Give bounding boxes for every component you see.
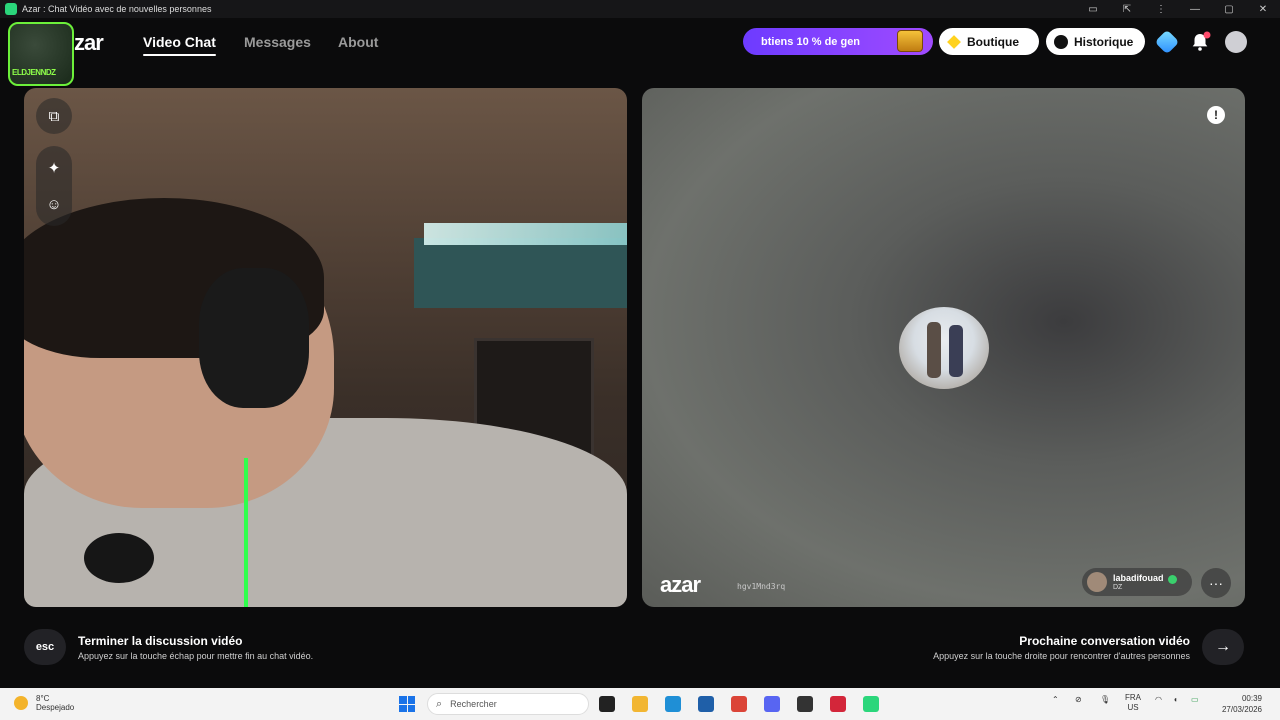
network-off-icon[interactable]: ⊘ xyxy=(1075,695,1082,704)
weather-desc: Despejado xyxy=(36,703,75,712)
azar-watermark: azar xyxy=(660,572,701,597)
badge-text: ELDJENNDZ xyxy=(12,68,56,77)
cast-icon[interactable]: ▭ xyxy=(1076,4,1110,15)
headset-cable xyxy=(244,458,248,607)
weather-text: 8°C Despejado xyxy=(36,694,74,712)
promo-text: btiens 10 % de gen xyxy=(761,35,861,48)
history-label: Historique xyxy=(1074,34,1134,49)
next-chat-sub: Appuyez sur la touche droite pour rencon… xyxy=(933,650,1190,661)
lang-top: FRA xyxy=(1125,693,1141,702)
chrome-icon[interactable] xyxy=(731,696,747,712)
video-tools: ⧉ ✦ ☺ xyxy=(36,98,72,226)
extensions-icon[interactable]: ⇱ xyxy=(1110,4,1144,15)
weather-temp: 8°C xyxy=(36,694,50,703)
treasure-chest-icon xyxy=(897,30,923,52)
partner-name: labadifouad xyxy=(1113,573,1164,584)
history-button[interactable]: Historique xyxy=(1046,28,1145,55)
effects-group: ✦ ☺ xyxy=(36,146,72,226)
clock-date: 27/03/2026 xyxy=(1221,705,1262,714)
maximize-button[interactable]: ▢ xyxy=(1212,4,1246,15)
background-wall xyxy=(414,238,627,308)
end-chat-text: Terminer la discussion vidéo Appuyez sur… xyxy=(78,634,313,661)
nav-video-chat[interactable]: Video Chat xyxy=(143,34,216,56)
lang-bottom: US xyxy=(1127,703,1139,712)
bell-icon[interactable] xyxy=(1189,31,1211,53)
window-titlebar: Azar : Chat Vidéo avec de nouvelles pers… xyxy=(0,0,1280,18)
logo-text: zar xyxy=(74,30,104,55)
volume-icon[interactable]: ◖ xyxy=(1173,695,1178,704)
partner-info: labadifouad DZ xyxy=(1113,573,1177,591)
moon-icon xyxy=(14,696,28,710)
avatar-person-2 xyxy=(949,325,963,377)
tray-chevron-icon[interactable]: ⌃ xyxy=(1052,695,1059,704)
wifi-icon[interactable]: ◠ xyxy=(1155,695,1162,704)
azar-icon[interactable] xyxy=(863,696,879,712)
esc-button[interactable]: esc xyxy=(24,629,66,665)
end-chat-sub: Appuyez sur la touche échap pour mettre … xyxy=(78,650,314,661)
search-icon: ⌕ xyxy=(436,697,443,710)
gem-icon[interactable] xyxy=(1154,29,1180,55)
next-chat-text: Prochaine conversation vidéo Appuyez sur… xyxy=(933,634,1190,661)
edge-icon[interactable] xyxy=(665,696,681,712)
local-video xyxy=(24,88,627,607)
end-chat-title: Terminer la discussion vidéo xyxy=(78,633,243,648)
obs-icon[interactable] xyxy=(797,696,813,712)
promo-banner[interactable]: btiens 10 % de gen xyxy=(743,28,933,55)
taskbar-search[interactable]: ⌕ Rechercher xyxy=(427,693,589,715)
diamond-icon xyxy=(947,34,961,49)
partner-small-avatar xyxy=(1087,572,1107,592)
menu-icon[interactable]: ⋮ xyxy=(1144,4,1178,15)
report-icon[interactable]: ! xyxy=(1207,106,1225,124)
nav-about[interactable]: About xyxy=(338,34,378,50)
partner-name-row: labadifouad xyxy=(1113,573,1177,584)
remote-video: ! azar hgv1Mnd3rq labadifouad DZ ··· xyxy=(642,88,1245,607)
shop-button[interactable]: Boutique xyxy=(939,28,1039,55)
language-indicator[interactable]: FRA US xyxy=(1125,693,1141,713)
azar-app-icon xyxy=(5,3,17,15)
verified-icon xyxy=(1167,574,1177,584)
clock-time: 00:39 xyxy=(1241,694,1262,703)
partner-user-chip[interactable]: labadifouad DZ xyxy=(1082,568,1192,596)
close-button[interactable]: ✕ xyxy=(1246,4,1280,15)
magic-wand-icon[interactable]: ✦ xyxy=(36,150,72,186)
next-chat-action: Prochaine conversation vidéo Appuyez sur… xyxy=(933,629,1244,665)
session-hash: hgv1Mnd3rq xyxy=(737,582,786,591)
battery-icon[interactable]: ▭ xyxy=(1191,695,1199,704)
partner-avatar xyxy=(899,307,989,389)
avatar-person-1 xyxy=(927,322,941,378)
system-clock[interactable]: 00:39 27/03/2026 xyxy=(1222,693,1262,715)
start-icon[interactable] xyxy=(399,696,415,712)
partner-country: DZ xyxy=(1113,583,1123,591)
background-light xyxy=(424,223,627,245)
discord-icon[interactable] xyxy=(764,696,780,712)
terminal-icon[interactable] xyxy=(599,696,615,712)
minimize-video-icon[interactable]: ⧉ xyxy=(36,98,72,134)
mic-icon[interactable]: 🎙 xyxy=(1100,695,1110,704)
shop-label: Boutique xyxy=(967,34,1019,49)
weather-widget[interactable]: 8°C Despejado xyxy=(14,694,74,712)
logo[interactable]: ELDJENNDZ zar xyxy=(8,18,104,88)
end-chat-action: esc Terminer la discussion vidéo Appuyez… xyxy=(24,629,313,665)
microphone xyxy=(84,533,154,583)
minimize-button[interactable]: — xyxy=(1178,4,1212,15)
os-taskbar: 8°C Despejado ⌕ Rechercher ⌃ ⊘ 🎙 FRA US … xyxy=(0,688,1280,720)
app-red-icon[interactable] xyxy=(830,696,846,712)
top-nav: ELDJENNDZ zar Video Chat Messages About … xyxy=(0,18,1280,86)
face-filter-icon[interactable]: ☺ xyxy=(36,186,72,222)
nav-messages[interactable]: Messages xyxy=(244,34,311,50)
folder-icon[interactable] xyxy=(632,696,648,712)
store-icon[interactable] xyxy=(698,696,714,712)
next-chat-title: Prochaine conversation vidéo xyxy=(1019,633,1190,648)
window-title: Azar : Chat Vidéo avec de nouvelles pers… xyxy=(22,4,212,14)
profile-icon[interactable] xyxy=(1225,31,1247,53)
clock-icon xyxy=(1054,34,1068,49)
headset xyxy=(199,268,309,408)
chat-bubble-icon[interactable]: ··· xyxy=(1201,568,1231,598)
search-placeholder: Rechercher xyxy=(450,699,497,709)
next-arrow-button[interactable]: → xyxy=(1202,629,1244,665)
